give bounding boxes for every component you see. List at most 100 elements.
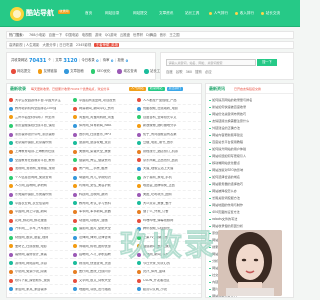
news-item[interactable]: 网站标题如何写更吸引人 bbox=[209, 153, 293, 160]
quick-search-input[interactable]: 请输入关键词，站名、网址、关键词搜索 bbox=[166, 59, 256, 66]
news-item[interactable]: 网站服务器的选择技巧 bbox=[209, 181, 293, 188]
site-row[interactable]: 汽车网_二手车_汽车报价 bbox=[9, 225, 73, 234]
featured-link[interactable]: 高清影视 | 人生观影 bbox=[9, 43, 39, 47]
site-row[interactable]: 时尚网_女性_美容护肤 bbox=[73, 182, 137, 191]
site-row[interactable]: 医疗网_医院_在线问诊 bbox=[73, 268, 137, 277]
news-item[interactable]: 百度站长平台使用教程 bbox=[209, 139, 293, 146]
site-row[interactable]: 大众点评_美食_餐厅 bbox=[137, 199, 201, 208]
site-row[interactable]: 京东商城_正品低价_品质 bbox=[137, 156, 201, 165]
site-row[interactable]: 装修网_装修设计_家装 bbox=[9, 251, 73, 260]
featured-special-link[interactable]: 王者荣耀_英雄 bbox=[94, 42, 120, 48]
nav-item[interactable]: 文章资讯 bbox=[159, 0, 185, 27]
site-row[interactable]: 房产网_二手房_租房 bbox=[73, 165, 137, 174]
site-row[interactable]: 个人信息查询网_免费查询 bbox=[9, 173, 73, 182]
site-logo[interactable]: 酷站导航 bbox=[10, 6, 58, 22]
site-row[interactable]: 财经网_股票_基金_理财 bbox=[9, 234, 73, 243]
news-item[interactable]: 网站改版对SEO的影响 bbox=[209, 167, 293, 174]
news-item[interactable]: 网站收录慢的原因分析 bbox=[209, 223, 293, 230]
site-row[interactable]: CSDN_开发者社区 bbox=[137, 276, 201, 286]
nav-item[interactable]: 网站提交 bbox=[133, 0, 159, 27]
site-row[interactable]: 优酷视频_在线观看_电影 bbox=[137, 105, 201, 114]
news-item[interactable]: 404页面的设置方法 bbox=[209, 209, 293, 216]
hot-search-link[interactable]: 王之国 bbox=[169, 33, 179, 37]
search-engine-link[interactable]: 必应 bbox=[205, 70, 212, 74]
site-row[interactable]: 文学网_散文_诗歌大全 bbox=[73, 276, 137, 286]
site-row[interactable]: 东莞婚纱摄影_东莞婚纱照 bbox=[9, 191, 73, 200]
site-row[interactable]: 苏宁易购_家电_手机 bbox=[137, 173, 201, 182]
site-row[interactable]: 新浪微博_随时随地分享 bbox=[137, 122, 201, 131]
nav-item[interactable]: 首页 bbox=[85, 0, 105, 27]
tool-link[interactable]: 域名查询 bbox=[117, 69, 137, 74]
hot-search-link[interactable]: 768小电影 bbox=[29, 33, 46, 37]
site-row[interactable]: 软件下载_绿色软件_免费 bbox=[9, 276, 73, 286]
site-row[interactable]: 中国农业网_农业信息网 bbox=[9, 199, 73, 208]
site-row[interactable]: 体育网_体育新闻_NBA bbox=[73, 122, 137, 131]
site-row[interactable]: 起点中文网_小说 bbox=[137, 285, 201, 294]
nav-item[interactable]: 站长工具 bbox=[185, 0, 209, 27]
hot-search-link[interactable]: 音乐 bbox=[160, 33, 167, 37]
nav-item[interactable]: 站长交流 bbox=[261, 0, 287, 27]
site-row[interactable]: 携程旅行_酒店预订_机票 bbox=[137, 148, 201, 157]
hot-search-link[interactable]: QQ游戏 bbox=[105, 33, 117, 37]
site-row[interactable]: 地图网_导航_出行路线 bbox=[73, 285, 137, 294]
nav-item[interactable]: 人气排行 bbox=[209, 0, 235, 27]
tool-link[interactable]: 文章投稿 bbox=[64, 69, 84, 74]
site-row[interactable]: 人才网_招聘网_求职网 bbox=[9, 182, 73, 191]
search-engine-link[interactable]: 谷歌 bbox=[176, 70, 183, 74]
hot-search-link[interactable]: 中国电影 bbox=[65, 33, 79, 37]
hot-search-link[interactable]: 云推盘 bbox=[120, 33, 130, 37]
latest-sites-tab[interactable]: 点击排行 bbox=[166, 86, 184, 92]
news-item[interactable]: 外链建设的正确方法 bbox=[209, 125, 293, 132]
news-item[interactable]: 移动端网站优化要点 bbox=[209, 160, 293, 167]
site-row[interactable]: 中国招商加盟网_项目投资 bbox=[73, 96, 137, 105]
site-row[interactable]: 教育培训机构全国排名100强 bbox=[9, 105, 73, 114]
site-row[interactable]: 百度百科_全球领先中文 bbox=[137, 113, 201, 122]
site-row[interactable]: 全国教育在线服务平台_教育 bbox=[9, 156, 73, 165]
site-row[interactable]: 上海教育培训-上海教育在线 bbox=[9, 148, 73, 157]
hot-search-link[interactable]: 游戏 bbox=[95, 33, 102, 37]
site-row[interactable]: 北京婚纱摄影_北京婚纱照 bbox=[9, 139, 73, 148]
site-row[interactable]: 旅游网_旅游攻略_景点 bbox=[73, 139, 137, 148]
site-row[interactable]: 母婴网_育儿_孕期知识 bbox=[73, 173, 137, 182]
site-row[interactable]: 教育网_考试_学习资料 bbox=[73, 199, 137, 208]
site-row[interactable]: 小说网_免费小说_阅读 bbox=[9, 268, 73, 277]
site-row[interactable]: 游戏网_网络游戏_手游 bbox=[9, 259, 73, 268]
news-item[interactable]: 如何提升网站的用户体验 bbox=[209, 146, 293, 153]
news-item[interactable]: 网站优化关键词布局技巧 bbox=[209, 111, 293, 118]
hot-search-link[interactable]: 电视剧 bbox=[82, 33, 92, 37]
news-item[interactable]: 网站地图的作用与制作 bbox=[209, 202, 293, 209]
site-row[interactable]: 爱奇艺_在线视频_电影 bbox=[9, 242, 73, 251]
site-row[interactable]: 美食网_菜谱大全_美食 bbox=[73, 148, 137, 157]
site-row[interactable]: 知乎_有问题就会有答案 bbox=[137, 130, 201, 139]
site-row[interactable]: 人人都是产品经理_产品 bbox=[137, 96, 201, 105]
site-row[interactable]: 网易新闻_新闻中心_资讯 bbox=[73, 105, 137, 114]
quick-search-button[interactable]: 搜一下 bbox=[257, 59, 277, 66]
news-item[interactable]: 友情链接交换需要注意什么 bbox=[209, 118, 293, 125]
site-row[interactable]: 健康网_养生_健康资讯 bbox=[73, 156, 137, 165]
news-item[interactable]: 网站内容更新频率建议 bbox=[209, 132, 293, 139]
site-row[interactable]: 中国网_网上中国_新闻 bbox=[9, 208, 73, 217]
site-row[interactable]: 虎扑_体育_篮球 bbox=[137, 268, 201, 277]
site-row[interactable]: 音乐网_在线音乐_MP3 bbox=[73, 130, 137, 139]
site-row[interactable]: 花网_鲜花网_鲜花速递 bbox=[9, 216, 73, 225]
latest-sites-tab[interactable]: 人气网站 bbox=[129, 86, 146, 92]
news-item[interactable]: robots文件的写法 bbox=[209, 216, 293, 223]
site-row[interactable]: 宠物网_宠物狗_宠物猫_宠物 bbox=[9, 165, 73, 174]
site-row[interactable]: 重庆金融保险在线平台_保险 bbox=[9, 122, 73, 131]
site-row[interactable]: 兰州市铝型材料网-广州亚洲 bbox=[9, 113, 73, 122]
site-row[interactable]: 大学生校园游戏平台-中国大学生 bbox=[9, 96, 73, 105]
hot-search-link[interactable]: DJ舞曲 bbox=[146, 33, 156, 37]
latest-sites-tab[interactable]: 收录网站 bbox=[147, 86, 165, 92]
site-row[interactable]: 哔哩哔哩_弹幕视频网 bbox=[137, 216, 201, 225]
tool-link[interactable]: 友情链接 bbox=[37, 69, 57, 74]
search-engine-link[interactable]: 360 bbox=[186, 70, 192, 74]
news-item[interactable]: 如何选择合适的域名 bbox=[209, 174, 293, 181]
site-row[interactable]: 美团_吃喝玩乐_团购 bbox=[137, 191, 201, 200]
site-row[interactable]: 重庆装饰设计公司_重庆装修 bbox=[9, 130, 73, 139]
site-row[interactable]: 淘宝网_淘宝网购物_淘宝 bbox=[73, 113, 137, 122]
news-item[interactable]: 网站被降权怎么办 bbox=[209, 188, 293, 195]
tool-link[interactable]: 网站提交 bbox=[11, 69, 31, 74]
site-row[interactable]: 天猫_理想生活上天猫 bbox=[137, 165, 201, 174]
featured-link[interactable]: 2345影视 bbox=[76, 43, 91, 47]
site-row[interactable]: 军事网_军事新闻_武器 bbox=[73, 208, 137, 217]
